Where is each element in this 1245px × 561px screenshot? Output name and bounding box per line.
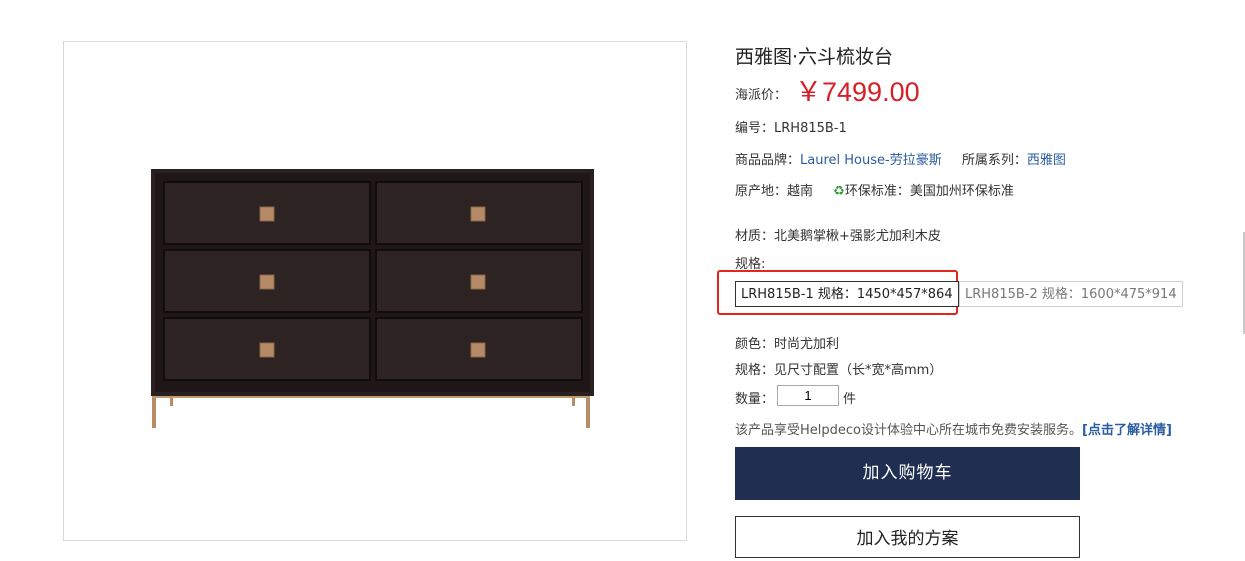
color-value: 时尚尤加利 [774, 337, 840, 352]
series-link[interactable]: 西雅图 [1027, 153, 1066, 168]
brand-label: 商品品牌： [735, 153, 801, 168]
product-title: 西雅图·六斗梳妆台 [735, 46, 894, 68]
product-image [151, 169, 594, 428]
brand-row: 商品品牌：Laurel House-劳拉豪斯 所属系列：西雅图 [735, 149, 1066, 168]
material-label: 材质： [735, 229, 775, 244]
color-label: 颜色： [735, 337, 775, 352]
price-value: ￥7499.00 [795, 77, 920, 107]
spec-option-1[interactable]: LRH815B-1 规格：1450*457*864 [735, 281, 959, 307]
eco-label: 环保标准： [844, 184, 910, 199]
size-value: 见尺寸配置（长*宽*高mm） [774, 363, 943, 378]
qty-unit: 件 [843, 392, 857, 407]
service-details-link[interactable]: [点击了解详情] [1082, 423, 1172, 438]
origin-value: 越南 [787, 184, 814, 199]
service-text: 该产品享受Helpdeco设计体验中心所在城市免费安装服务。 [735, 423, 1082, 438]
product-image-frame [63, 41, 687, 541]
code-label: 编号： [735, 121, 775, 136]
size-row: 规格：见尺寸配置（长*宽*高mm） [735, 359, 942, 378]
add-to-cart-button[interactable]: 加入购物车 [735, 447, 1080, 500]
add-to-plan-button[interactable]: 加入我的方案 [735, 516, 1080, 558]
qty-label: 数量： [735, 392, 775, 407]
service-row: 该产品享受Helpdeco设计体验中心所在城市免费安装服务。[点击了解详情] [735, 419, 1172, 438]
origin-row: 原产地：越南 ♻环保标准：美国加州环保标准 [735, 180, 1014, 199]
color-row: 颜色：时尚尤加利 [735, 333, 839, 352]
series-label: 所属系列： [961, 153, 1027, 168]
material-row: 材质：北美鹅掌楸+强影尤加利木皮 [735, 225, 941, 244]
origin-label: 原产地： [735, 184, 788, 199]
brand-link[interactable]: Laurel House-劳拉豪斯 [800, 153, 942, 168]
code-value: LRH815B-1 [774, 121, 847, 136]
size-label: 规格： [735, 363, 775, 378]
eco-value: 美国加州环保标准 [909, 184, 1014, 199]
price-label: 海派价： [735, 88, 788, 103]
spec-option-2[interactable]: LRH815B-2 规格：1600*475*914 [959, 281, 1183, 307]
product-code-row: 编号：LRH815B-1 [735, 117, 847, 136]
material-value: 北美鹅掌楸+强影尤加利木皮 [774, 229, 941, 244]
recycle-icon: ♻ [833, 184, 845, 199]
spec-label: 规格: [735, 257, 766, 272]
quantity-input[interactable] [777, 385, 839, 406]
